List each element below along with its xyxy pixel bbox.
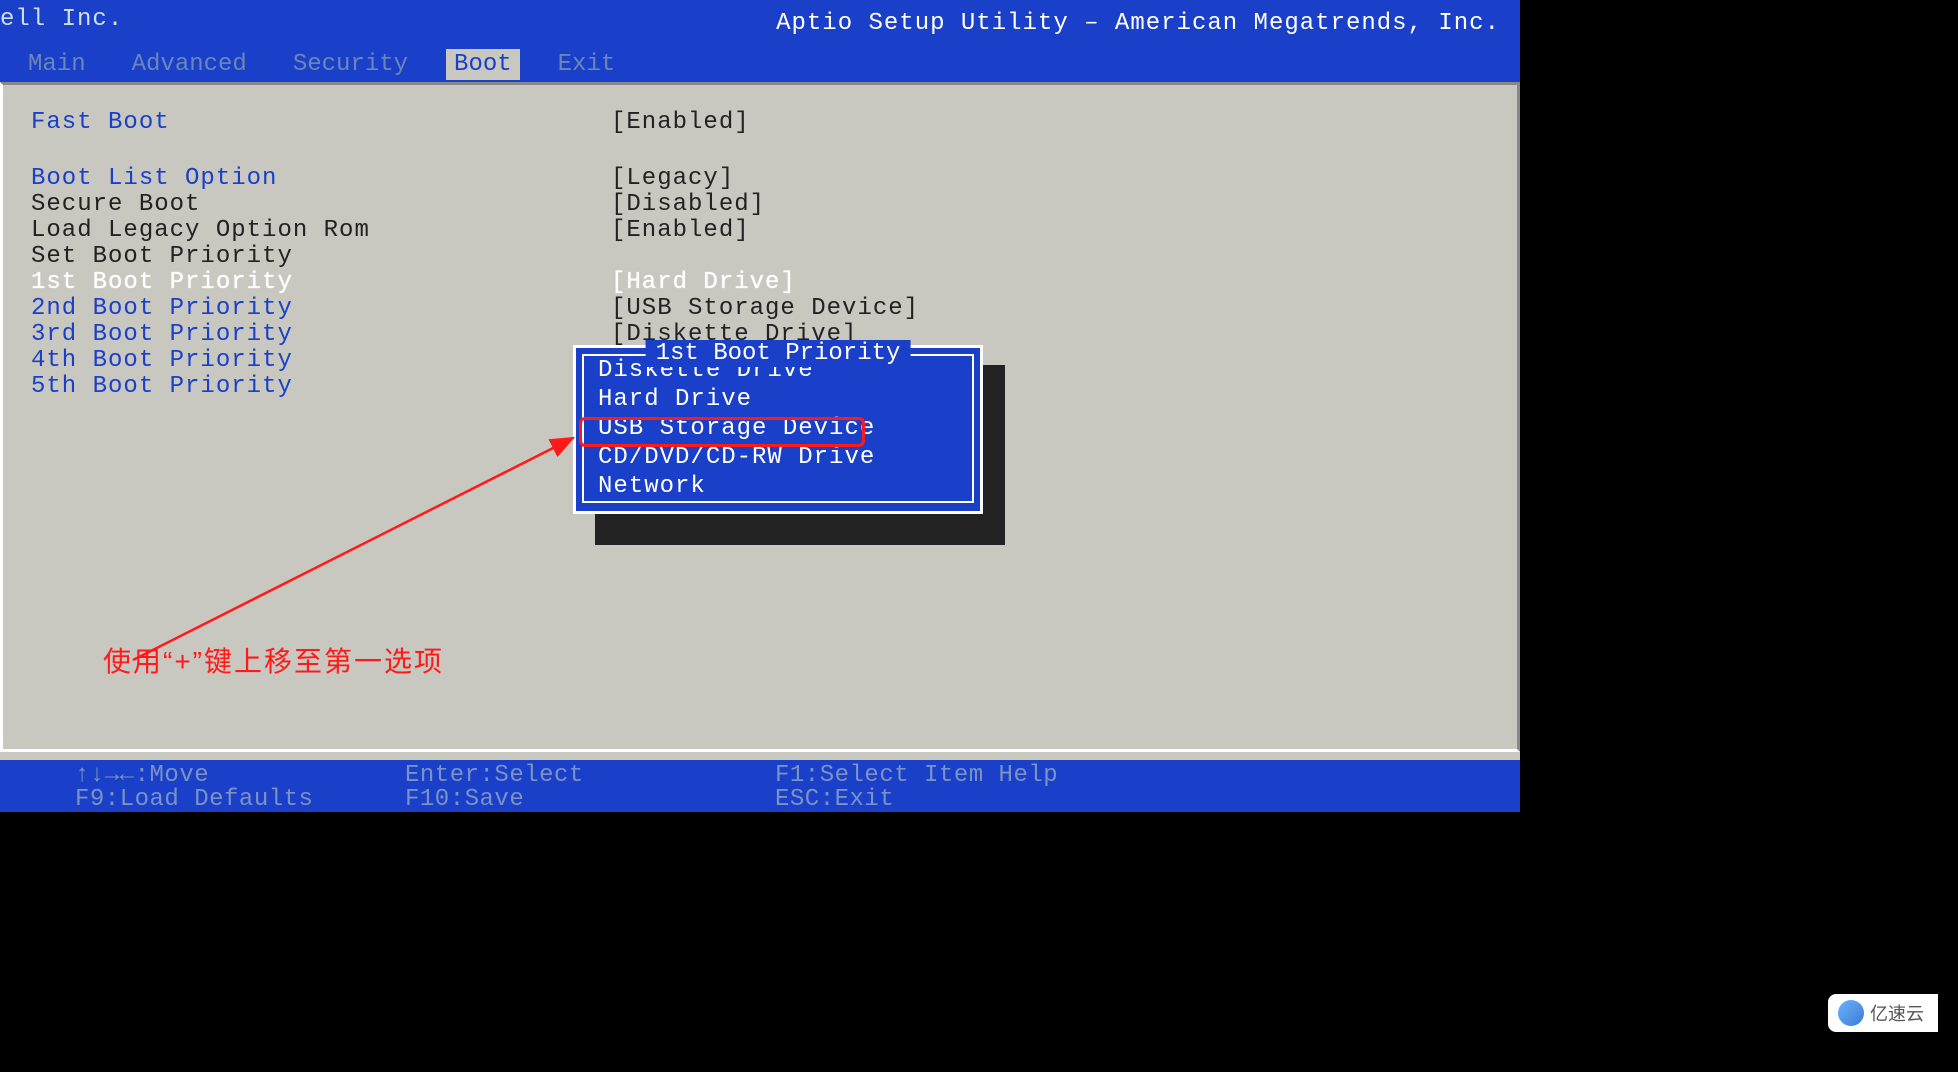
popup-item[interactable]: CD/DVD/CD-RW Drive [584, 443, 972, 472]
setting-label: 1st Boot Priority [31, 269, 611, 296]
hint-select: Enter:Select [405, 762, 775, 789]
bios-screen: ell Inc. Aptio Setup Utility – American … [0, 0, 1520, 812]
setting-row[interactable]: 4th Boot Priority [31, 347, 611, 374]
setting-value: [Disabled] [611, 191, 765, 218]
header-bar: ell Inc. Aptio Setup Utility – American … [0, 0, 1520, 82]
hint-help: F1:Select Item Help [775, 762, 1058, 789]
popup-title: 1st Boot Priority [646, 340, 911, 367]
cloud-icon [1838, 1000, 1864, 1026]
annotation-text: 使用“+”键上移至第一选项 [103, 640, 444, 680]
setting-row[interactable]: 5th Boot Priority [31, 373, 611, 400]
setting-row[interactable]: 2nd Boot Priority[USB Storage Device] [31, 295, 919, 322]
annotation-arrow [123, 430, 583, 670]
setting-label: Set Boot Priority [31, 243, 611, 270]
tab-main[interactable]: Main [20, 49, 94, 80]
watermark: 亿速云 [1828, 994, 1938, 1032]
setting-label: Boot List Option [31, 165, 611, 192]
setting-label: 3rd Boot Priority [31, 321, 611, 348]
popup-item[interactable]: Hard Drive [584, 385, 972, 414]
setting-row[interactable]: Fast Boot[Enabled] [31, 109, 750, 136]
tab-exit[interactable]: Exit [550, 49, 624, 80]
setting-label: 2nd Boot Priority [31, 295, 611, 322]
setting-row[interactable]: Secure Boot[Disabled] [31, 191, 765, 218]
footer-row-2: F9:Load Defaults F10:Save ESC:Exit [75, 786, 894, 813]
hint-move: ↑↓→←:Move [75, 762, 405, 789]
popup-item[interactable]: Network [584, 472, 972, 501]
setting-label: 5th Boot Priority [31, 373, 611, 400]
popup-inner: 1st Boot Priority Diskette DriveHard Dri… [582, 354, 974, 503]
setting-row[interactable]: Load Legacy Option Rom[Enabled] [31, 217, 750, 244]
utility-title: Aptio Setup Utility – American Megatrend… [776, 10, 1500, 37]
main-area: 5th Boot Priority4th Boot Priority3rd Bo… [0, 82, 1520, 752]
tab-advanced[interactable]: Advanced [124, 49, 255, 80]
setting-row[interactable]: Set Boot Priority [31, 243, 611, 270]
setting-value: [USB Storage Device] [611, 295, 919, 322]
hint-save: F10:Save [405, 786, 775, 813]
setting-label: Secure Boot [31, 191, 611, 218]
oem-name: ell Inc. [0, 6, 123, 33]
setting-label: Fast Boot [31, 109, 611, 136]
tab-security[interactable]: Security [285, 49, 416, 80]
boot-priority-popup: 1st Boot Priority Diskette DriveHard Dri… [573, 345, 983, 514]
setting-row[interactable]: 1st Boot Priority[Hard Drive] [31, 269, 796, 296]
setting-value: [Legacy] [611, 165, 734, 192]
setting-label: Load Legacy Option Rom [31, 217, 611, 244]
popup-item[interactable]: USB Storage Device [584, 414, 972, 443]
setting-row[interactable]: Boot List Option[Legacy] [31, 165, 734, 192]
hint-exit: ESC:Exit [775, 786, 894, 813]
setting-label: 4th Boot Priority [31, 347, 611, 374]
setting-value: [Enabled] [611, 109, 750, 136]
footer-row-1: ↑↓→←:Move Enter:Select F1:Select Item He… [75, 762, 1058, 789]
tab-boot[interactable]: Boot [446, 49, 520, 80]
hint-defaults: F9:Load Defaults [75, 786, 405, 813]
setting-value: [Enabled] [611, 217, 750, 244]
menu-tabs: Main Advanced Security Boot Exit [20, 49, 623, 80]
setting-value: [Hard Drive] [611, 269, 796, 296]
footer-bar: ↑↓→←:Move Enter:Select F1:Select Item He… [0, 760, 1520, 812]
watermark-text: 亿速云 [1870, 1000, 1924, 1026]
